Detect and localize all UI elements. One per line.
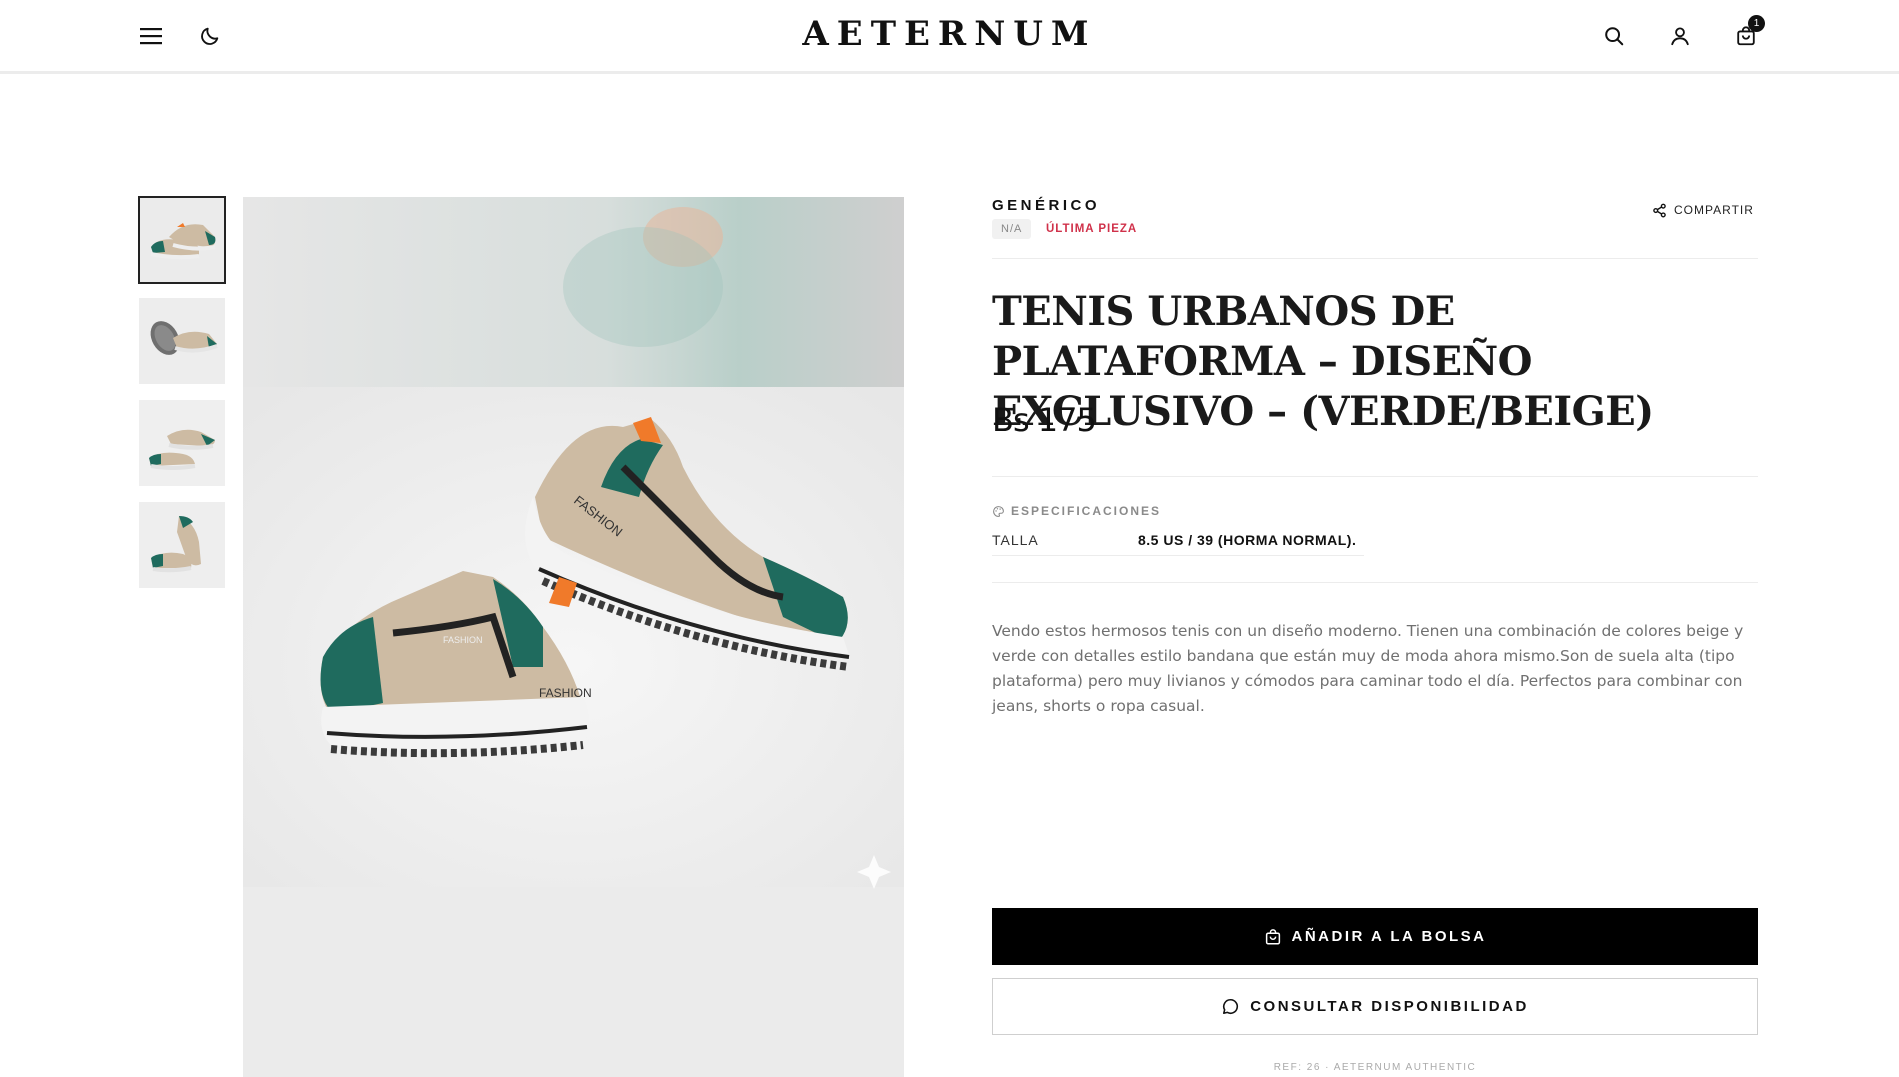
gallery-thumbnail[interactable] — [138, 196, 226, 284]
spec-value-talla: 8.5 US / 39 (HORMA NORMAL). — [1138, 532, 1357, 548]
gallery-thumbnail[interactable] — [139, 298, 225, 384]
divider — [992, 258, 1758, 259]
main-product-image[interactable]: FASHION FASHION FASHION — [243, 197, 904, 1077]
site-header: AETERNUM 1 — [0, 0, 1899, 74]
specs-heading-label: ESPECIFICACIONES — [1011, 504, 1162, 518]
condition-tag: N/A — [992, 219, 1032, 239]
spec-row-divider — [992, 555, 1364, 556]
add-to-bag-button[interactable]: AÑADIR A LA BOLSA — [992, 908, 1758, 965]
product-title: TENIS URBANOS DE PLATAFORMA – DISEÑO EXC… — [992, 288, 1654, 435]
search-icon[interactable] — [1598, 20, 1630, 52]
add-to-bag-label: AÑADIR A LA BOLSA — [1291, 928, 1487, 945]
moon-icon[interactable] — [194, 20, 226, 52]
svg-text:FASHION: FASHION — [443, 635, 483, 645]
product-price: Bs 175 — [992, 401, 1097, 439]
divider — [992, 476, 1758, 477]
chat-bubble-icon — [1223, 998, 1239, 1015]
palette-icon — [993, 505, 1004, 517]
logo-text[interactable]: AETERNUM — [802, 14, 1096, 54]
specs-heading: ESPECIFICACIONES — [992, 504, 1161, 518]
ask-availability-label: CONSULTAR DISPONIBILIDAD — [1250, 998, 1529, 1015]
product-description: Vendo estos hermosos tenis con un diseño… — [992, 622, 1744, 715]
share-label: COMPARTIR — [1674, 203, 1754, 217]
divider — [992, 582, 1758, 583]
cart-count-badge: 1 — [1748, 15, 1765, 32]
share-button[interactable]: COMPARTIR — [1652, 200, 1754, 220]
gallery-thumbnail[interactable] — [139, 400, 225, 486]
product-brand[interactable]: GENÉRICO — [992, 197, 1100, 214]
shopping-bag-icon — [1265, 928, 1280, 944]
shopping-bag-icon[interactable]: 1 — [1730, 15, 1765, 52]
share-icon — [1653, 203, 1666, 217]
gallery-thumbnail[interactable] — [139, 502, 225, 588]
stock-status-tag: ÚLTIMA PIEZA — [1046, 223, 1138, 235]
spec-label-talla: TALLA — [992, 532, 1039, 548]
user-icon[interactable] — [1664, 20, 1696, 52]
menu-icon[interactable] — [135, 20, 167, 52]
svg-text:FASHION: FASHION — [539, 686, 592, 700]
product-reference: REF: 26 · AETERNUM AUTHENTIC — [1273, 1062, 1477, 1073]
ask-availability-button[interactable]: CONSULTAR DISPONIBILIDAD — [992, 978, 1758, 1035]
